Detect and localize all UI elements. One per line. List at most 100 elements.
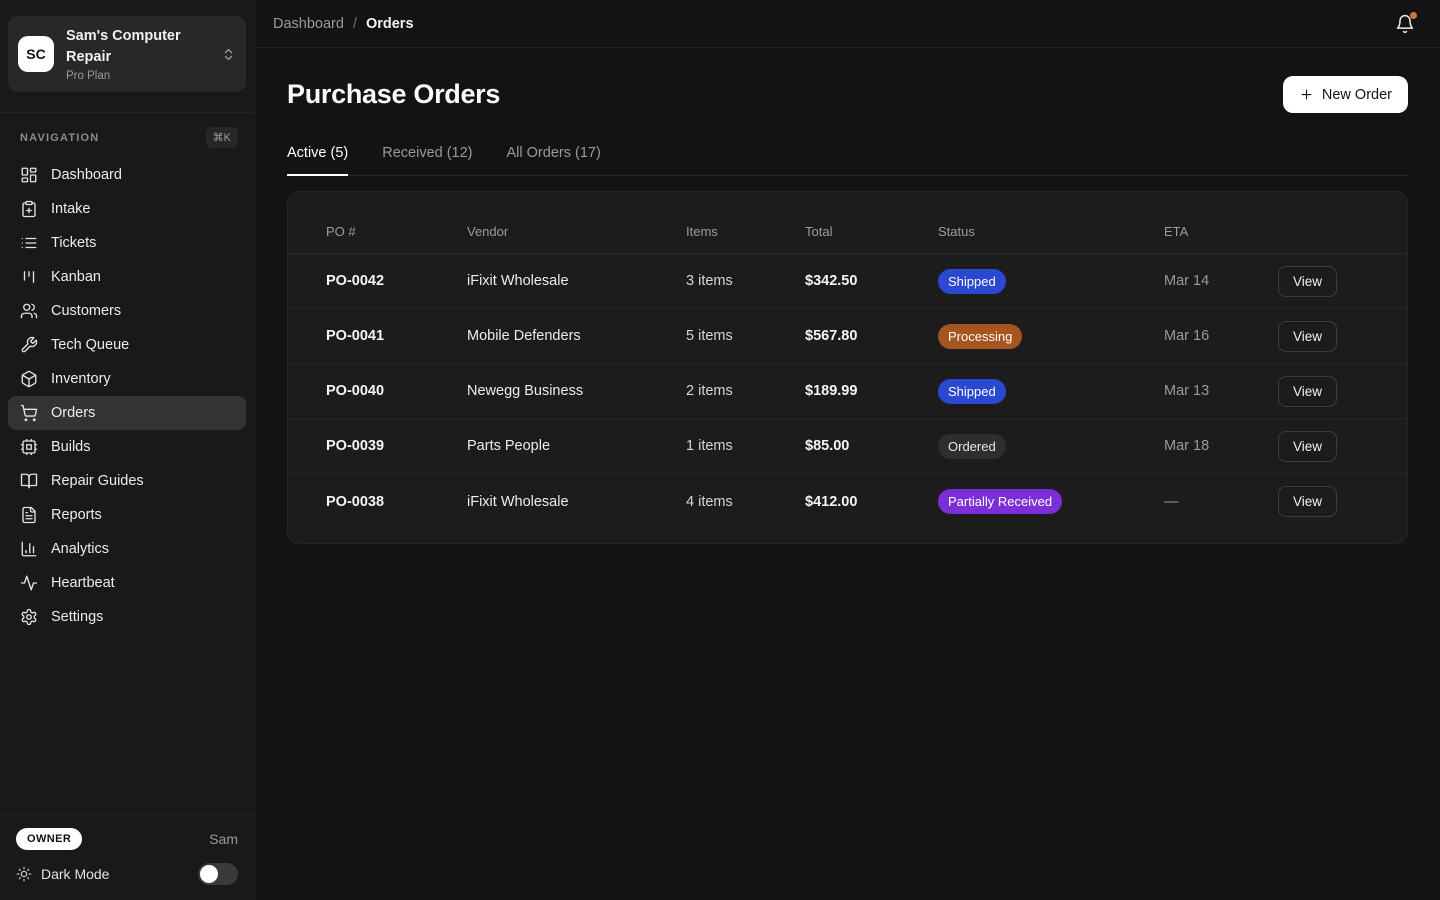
team-switcher[interactable]: SC Sam's Computer Repair Pro Plan bbox=[8, 16, 246, 92]
sidebar-item-label: Reports bbox=[51, 507, 102, 523]
footer-user-row: OWNER Sam bbox=[16, 828, 238, 850]
notification-dot bbox=[1410, 12, 1417, 19]
dark-mode-label: Dark Mode bbox=[41, 866, 109, 882]
page-content: Purchase Orders New Order Active (5) Rece… bbox=[255, 48, 1440, 544]
cell-status: Processing bbox=[938, 324, 1164, 349]
cell-vendor: Parts People bbox=[467, 438, 686, 454]
cell-total: $85.00 bbox=[805, 438, 938, 454]
team-avatar: SC bbox=[18, 36, 54, 72]
plus-icon bbox=[1299, 87, 1314, 102]
column-header-po: PO # bbox=[326, 224, 467, 239]
cell-eta: Mar 18 bbox=[1164, 438, 1278, 454]
sidebar-item-repair-guides[interactable]: Repair Guides bbox=[8, 464, 246, 498]
cell-eta: Mar 13 bbox=[1164, 383, 1278, 399]
cell-status: Shipped bbox=[938, 379, 1164, 404]
sidebar-item-intake[interactable]: Intake bbox=[8, 192, 246, 226]
view-order-button[interactable]: View bbox=[1278, 376, 1337, 407]
dark-mode-toggle[interactable] bbox=[198, 863, 238, 885]
sidebar-item-kanban[interactable]: Kanban bbox=[8, 260, 246, 294]
sidebar-item-label: Inventory bbox=[51, 371, 111, 387]
sidebar-item-label: Tickets bbox=[51, 235, 96, 251]
command-k-shortcut[interactable]: ⌘K bbox=[206, 127, 238, 148]
breadcrumb-item-dashboard[interactable]: Dashboard bbox=[273, 16, 344, 32]
cell-status: Partially Received bbox=[938, 489, 1164, 514]
bar-chart-icon bbox=[20, 540, 38, 558]
sidebar-item-label: Analytics bbox=[51, 541, 109, 557]
breadcrumb-separator: / bbox=[353, 16, 357, 32]
view-order-button[interactable]: View bbox=[1278, 486, 1337, 517]
sidebar-item-analytics[interactable]: Analytics bbox=[8, 532, 246, 566]
title-row: Purchase Orders New Order bbox=[287, 76, 1408, 113]
column-header-eta: ETA bbox=[1164, 224, 1278, 239]
view-order-button[interactable]: View bbox=[1278, 266, 1337, 297]
sun-icon bbox=[16, 866, 32, 882]
cell-items: 2 items bbox=[686, 383, 805, 399]
cell-eta: Mar 16 bbox=[1164, 328, 1278, 344]
sidebar-item-orders[interactable]: Orders bbox=[8, 396, 246, 430]
status-badge: Partially Received bbox=[938, 489, 1062, 514]
column-header-vendor: Vendor bbox=[467, 224, 686, 239]
new-order-button[interactable]: New Order bbox=[1283, 76, 1408, 113]
settings-icon bbox=[20, 608, 38, 626]
sidebar-item-dashboard[interactable]: Dashboard bbox=[8, 158, 246, 192]
cell-po-number: PO-0038 bbox=[326, 494, 467, 510]
topbar: Dashboard / Orders bbox=[255, 0, 1440, 48]
tab-received-12[interactable]: Received (12) bbox=[382, 145, 472, 175]
sidebar-item-label: Intake bbox=[51, 201, 91, 217]
view-order-button[interactable]: View bbox=[1278, 431, 1337, 462]
cell-actions: View bbox=[1278, 431, 1407, 462]
table-row: PO-0038iFixit Wholesale4 items$412.00Par… bbox=[288, 474, 1407, 529]
card-bottom-spacer bbox=[288, 529, 1407, 543]
sidebar-item-label: Orders bbox=[51, 405, 95, 421]
cell-po-number: PO-0042 bbox=[326, 273, 467, 289]
chevrons-up-down-icon bbox=[221, 47, 236, 62]
sidebar-item-label: Dashboard bbox=[51, 167, 122, 183]
tab-all-orders-17[interactable]: All Orders (17) bbox=[507, 145, 601, 175]
team-plan: Pro Plan bbox=[66, 70, 209, 82]
status-badge: Shipped bbox=[938, 269, 1006, 294]
sidebar-item-heartbeat[interactable]: Heartbeat bbox=[8, 566, 246, 600]
sidebar-item-tech-queue[interactable]: Tech Queue bbox=[8, 328, 246, 362]
status-badge: Ordered bbox=[938, 434, 1006, 459]
wrench-icon bbox=[20, 336, 38, 354]
sidebar-item-settings[interactable]: Settings bbox=[8, 600, 246, 634]
sidebar-item-tickets[interactable]: Tickets bbox=[8, 226, 246, 260]
tab-bar: Active (5) Received (12) All Orders (17) bbox=[287, 145, 1408, 176]
cell-po-number: PO-0041 bbox=[326, 328, 467, 344]
dashboard-icon bbox=[20, 166, 38, 184]
sidebar-item-reports[interactable]: Reports bbox=[8, 498, 246, 532]
notifications-button[interactable] bbox=[1390, 9, 1420, 39]
cell-vendor: iFixit Wholesale bbox=[467, 494, 686, 510]
users-icon bbox=[20, 302, 38, 320]
toggle-knob bbox=[200, 865, 218, 883]
sidebar-item-label: Heartbeat bbox=[51, 575, 115, 591]
sidebar-item-builds[interactable]: Builds bbox=[8, 430, 246, 464]
sidebar-item-label: Tech Queue bbox=[51, 337, 129, 353]
cell-total: $342.50 bbox=[805, 273, 938, 289]
cell-items: 3 items bbox=[686, 273, 805, 289]
cell-vendor: Newegg Business bbox=[467, 383, 686, 399]
cell-po-number: PO-0040 bbox=[326, 383, 467, 399]
cell-total: $189.99 bbox=[805, 383, 938, 399]
breadcrumb-item-orders[interactable]: Orders bbox=[366, 16, 414, 32]
cell-items: 4 items bbox=[686, 494, 805, 510]
username: Sam bbox=[209, 831, 238, 847]
book-open-icon bbox=[20, 472, 38, 490]
column-header-items: Items bbox=[686, 224, 805, 239]
status-badge: Processing bbox=[938, 324, 1022, 349]
cell-status: Ordered bbox=[938, 434, 1164, 459]
view-order-button[interactable]: View bbox=[1278, 321, 1337, 352]
main-area: Dashboard / Orders Purchase Orders New Ord… bbox=[255, 0, 1440, 900]
cpu-icon bbox=[20, 438, 38, 456]
cell-actions: View bbox=[1278, 486, 1407, 517]
nav-section-label: NAVIGATION bbox=[20, 132, 99, 144]
cell-eta: — bbox=[1164, 494, 1278, 510]
cell-actions: View bbox=[1278, 376, 1407, 407]
role-badge: OWNER bbox=[16, 828, 82, 850]
table-body: PO-0042iFixit Wholesale3 items$342.50Shi… bbox=[288, 254, 1407, 529]
sidebar-item-inventory[interactable]: Inventory bbox=[8, 362, 246, 396]
table-row: PO-0040Newegg Business2 items$189.99Ship… bbox=[288, 364, 1407, 419]
sidebar-footer: OWNER Sam Dark Mode bbox=[0, 814, 254, 900]
tab-active-5[interactable]: Active (5) bbox=[287, 145, 348, 175]
sidebar-item-customers[interactable]: Customers bbox=[8, 294, 246, 328]
